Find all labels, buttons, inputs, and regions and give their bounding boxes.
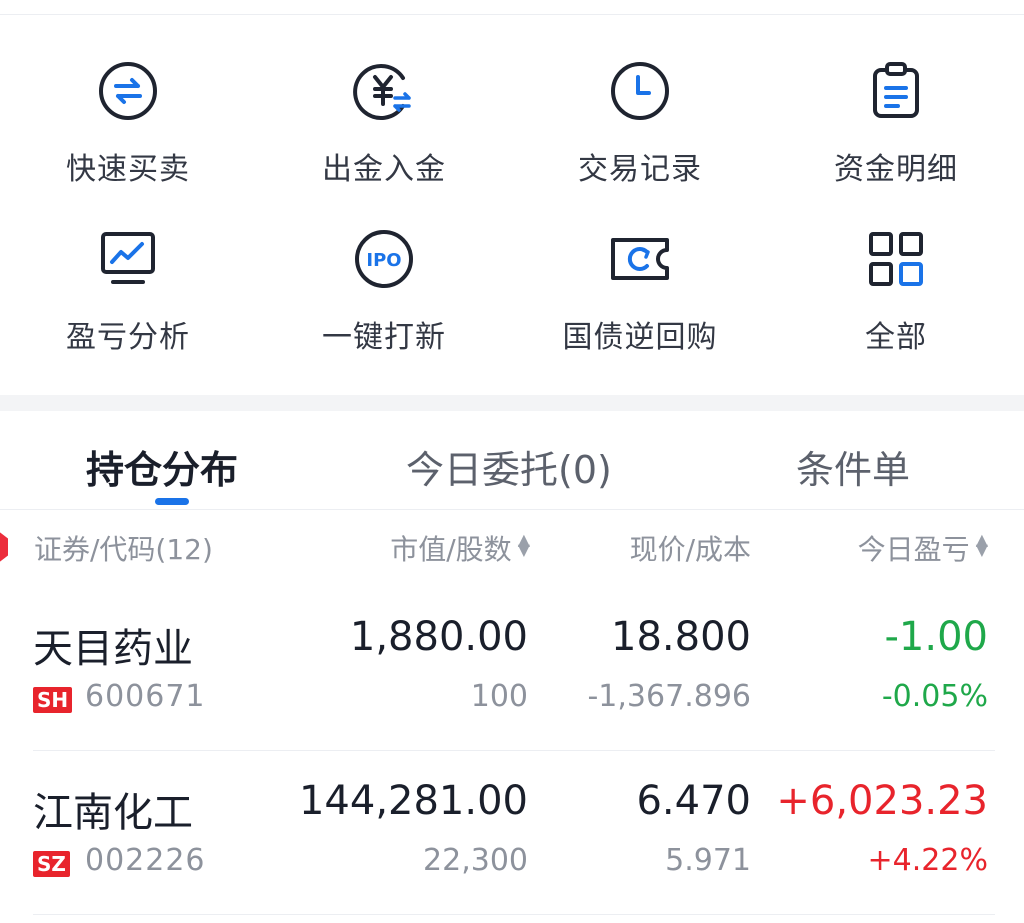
quick-trade-label: 快速买卖 bbox=[66, 152, 190, 187]
reverse-repo-button[interactable]: 国债逆回购 bbox=[512, 214, 768, 374]
fund-details-button[interactable]: 资金明细 bbox=[768, 46, 1024, 206]
current-price: 18.800 bbox=[611, 614, 751, 660]
ipo-subscribe-button[interactable]: IPO 一键打新 bbox=[256, 214, 512, 374]
table-row[interactable]: 江南化工 SZ 002226 144,281.00 22,300 6.470 5… bbox=[0, 756, 1024, 920]
market-value: 1,880.00 bbox=[349, 614, 528, 660]
today-pnl-percent: +4.22% bbox=[867, 843, 988, 878]
deposit-withdraw-label: 出金入金 bbox=[322, 152, 446, 187]
stock-code: 002226 bbox=[85, 843, 206, 878]
active-tab-indicator bbox=[155, 498, 189, 505]
deposit-withdraw-button[interactable]: 出金入金 bbox=[256, 46, 512, 206]
trade-history-label: 交易记录 bbox=[578, 152, 702, 187]
column-header-today-pnl[interactable]: 今日盈亏 ▲ ▼ bbox=[858, 528, 988, 568]
column-header-security: 证券/代码(12) bbox=[34, 533, 213, 566]
stock-code: 600671 bbox=[85, 679, 206, 714]
red-marker-icon bbox=[0, 530, 8, 564]
stock-name: 江南化工 bbox=[33, 790, 193, 836]
sort-icon: ▲ ▼ bbox=[517, 530, 530, 559]
trade-history-button[interactable]: 交易记录 bbox=[512, 46, 768, 206]
position-tabs: 持仓分布 今日委托(0) 条件单 bbox=[0, 411, 1024, 509]
ipo-icon: IPO bbox=[353, 228, 415, 290]
quick-trade-button[interactable]: 快速买卖 bbox=[0, 46, 256, 206]
line-chart-monitor-icon bbox=[97, 228, 159, 290]
grid-apps-icon bbox=[865, 228, 927, 290]
pnl-analysis-button[interactable]: 盈亏分析 bbox=[0, 214, 256, 374]
share-count: 100 bbox=[470, 679, 528, 714]
pnl-analysis-label: 盈亏分析 bbox=[66, 320, 190, 355]
tabs-divider bbox=[0, 509, 1024, 510]
cost-price: 5.971 bbox=[665, 843, 751, 878]
market-value: 144,281.00 bbox=[298, 778, 528, 824]
share-count: 22,300 bbox=[423, 843, 528, 878]
stock-name: 天目药业 bbox=[33, 626, 193, 672]
today-pnl-value: -1.00 bbox=[884, 614, 989, 660]
svg-text:IPO: IPO bbox=[366, 250, 401, 271]
table-row[interactable]: 天目药业 SH 600671 1,880.00 100 18.800 -1,36… bbox=[0, 592, 1024, 756]
section-divider bbox=[0, 395, 1024, 411]
swap-arrows-icon bbox=[97, 60, 159, 122]
fund-details-label: 资金明细 bbox=[834, 152, 958, 187]
top-divider bbox=[0, 14, 1024, 15]
column-header-market-value[interactable]: 市值/股数 ▲ ▼ bbox=[390, 528, 530, 568]
cost-price: -1,367.896 bbox=[587, 679, 751, 714]
today-pnl-percent: -0.05% bbox=[881, 679, 988, 714]
clipboard-icon bbox=[865, 60, 927, 122]
current-price: 6.470 bbox=[636, 778, 751, 824]
column-header-today-pnl-label: 今日盈亏 bbox=[857, 533, 970, 566]
market-badge: SZ bbox=[33, 851, 70, 877]
ticket-refresh-icon bbox=[609, 228, 671, 290]
tab-holdings[interactable]: 持仓分布 bbox=[86, 439, 238, 494]
reverse-repo-label: 国债逆回购 bbox=[562, 320, 718, 355]
market-badge: SH bbox=[33, 687, 73, 713]
all-functions-button[interactable]: 全部 bbox=[768, 214, 1024, 374]
sort-icon: ▲ ▼ bbox=[975, 530, 988, 559]
quick-actions-grid: 快速买卖 出金入金 交易记录 资金明细 盈亏分析 IPO 一键打新 国债逆回购 … bbox=[0, 46, 1024, 376]
today-pnl-value: +6,023.23 bbox=[776, 778, 988, 824]
row-divider bbox=[33, 750, 995, 751]
ipo-subscribe-label: 一键打新 bbox=[322, 320, 446, 355]
column-header-price: 现价/成本 bbox=[629, 533, 751, 566]
clock-icon bbox=[609, 60, 671, 122]
tab-conditional-orders[interactable]: 条件单 bbox=[796, 439, 910, 494]
row-divider bbox=[33, 914, 995, 915]
column-header-market-value-label: 市值/股数 bbox=[390, 533, 512, 566]
all-functions-label: 全部 bbox=[865, 320, 927, 355]
tab-today-orders[interactable]: 今日委托(0) bbox=[406, 439, 612, 494]
yuan-transfer-icon bbox=[353, 60, 415, 122]
